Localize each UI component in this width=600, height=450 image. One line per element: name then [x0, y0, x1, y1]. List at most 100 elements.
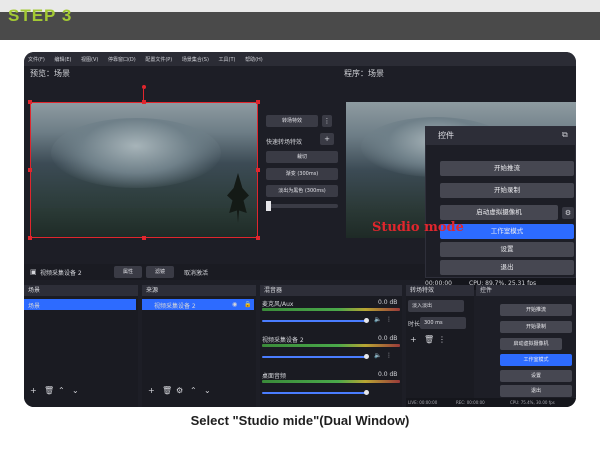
trash-icon[interactable]: 🗑 [44, 386, 54, 395]
up-icon[interactable]: ⌃ [58, 386, 65, 395]
down-icon[interactable]: ⌄ [72, 386, 79, 395]
source-toolbar: ▣ 视频采集设备 2 属性 滤镜 取消激活 [24, 264, 425, 280]
volume-knob[interactable] [364, 390, 369, 395]
deactivate-button[interactable]: 取消激活 [184, 268, 208, 277]
tbar-track[interactable] [266, 204, 338, 208]
gear-icon[interactable]: ⚙ [176, 386, 183, 395]
filters-button[interactable]: 滤镜 [146, 266, 174, 278]
settings-button[interactable]: 设置 [440, 242, 574, 257]
filters-label: 滤镜 [154, 269, 165, 275]
dock-icon[interactable]: ⧉ [562, 130, 568, 140]
transition-option-fade[interactable]: 渐变 (300ms) [266, 168, 338, 180]
transitions-dock-title: 转场特效 [410, 287, 435, 294]
resize-handle-b[interactable] [142, 236, 146, 240]
exit-button[interactable]: 退出 [440, 260, 574, 275]
plus-icon[interactable]: + [148, 386, 155, 395]
menu-dots-icon[interactable]: ⋮ [386, 352, 392, 359]
cloud-shape [51, 118, 221, 188]
speaker-icon[interactable]: 🔈 [374, 316, 381, 323]
resize-handle-r[interactable] [256, 168, 260, 172]
program-label: 程序：场景 [344, 69, 384, 78]
transition-option-cut[interactable]: 裁切 [266, 151, 338, 163]
sources-list: 视频采集设备 2 ◉ 🔒 [142, 296, 256, 407]
lock-icon[interactable]: 🔒 [244, 301, 251, 308]
properties-label: 属性 [122, 269, 133, 275]
menu-scene-collection[interactable]: 场景集合(S) [178, 52, 213, 63]
tbar-handle[interactable] [266, 201, 271, 211]
step-banner: STEP 3 [0, 0, 600, 40]
resize-handle-l[interactable] [28, 168, 32, 172]
audio-meter [262, 308, 400, 311]
settings-button-small[interactable]: 设置 [500, 370, 572, 382]
banner-top-strip [0, 0, 600, 12]
volume-slider[interactable] [262, 356, 366, 358]
menu-help[interactable]: 帮助(H) [241, 52, 267, 63]
sources-title: 来源 [146, 287, 159, 294]
down-icon[interactable]: ⌄ [204, 386, 211, 395]
start-streaming-button-small[interactable]: 开始推流 [500, 304, 572, 316]
exit-button-small[interactable]: 退出 [500, 385, 572, 397]
volume-knob[interactable] [364, 318, 369, 323]
transition-option-fade-black[interactable]: 淡出为黑色 (300ms) [266, 185, 338, 197]
controls-popup-title: 控件 [438, 131, 454, 140]
menu-dots-icon[interactable]: ⋮ [322, 115, 332, 127]
scenes-header: 场景 [24, 285, 138, 296]
menu-bar: 文件(F) 编辑(E) 视图(V) 停靠窗口(D) 配置文件(P) 场景集合(S… [24, 52, 576, 66]
scene-item[interactable]: 场景 [24, 299, 136, 310]
audio-meter [262, 380, 400, 383]
transition-button[interactable]: 转场特效 [266, 115, 318, 127]
transitions-dock-header: 转场特效 [406, 285, 474, 296]
controls-dock-title: 控件 [480, 287, 493, 294]
mixer-track-name: 视频采集设备 2 [262, 337, 304, 344]
menu-profile[interactable]: 配置文件(P) [141, 52, 176, 63]
properties-button[interactable]: 属性 [114, 266, 142, 278]
resize-handle-t[interactable] [142, 100, 146, 104]
studio-mode-annotation: Studio mode [372, 220, 464, 235]
mixer-body: 麦克风/Aux 0.0 dB 🔈 ⋮ 视频采集设备 2 0.0 dB 🔈 ⋮ 桌… [260, 296, 402, 407]
mixer-title: 混音器 [264, 287, 283, 294]
menu-file[interactable]: 文件(F) [24, 52, 49, 63]
menu-view[interactable]: 视图(V) [77, 52, 102, 63]
start-recording-button-small[interactable]: 开始录制 [500, 321, 572, 333]
menu-dots-icon[interactable]: ⋮ [386, 316, 392, 323]
mixer-track-db: 0.0 dB [378, 371, 398, 378]
plus-icon[interactable]: + [320, 133, 334, 145]
speaker-icon[interactable]: 🔈 [374, 352, 381, 359]
resize-handle-tl[interactable] [28, 100, 32, 104]
volume-knob[interactable] [364, 354, 369, 359]
preview-label: 预览：场景 [30, 69, 70, 78]
camera-icon: ▣ [30, 268, 37, 276]
volume-slider[interactable] [262, 320, 366, 322]
menu-edit[interactable]: 编辑(E) [50, 52, 75, 63]
status-live: LIVE: 00:00:00 [408, 400, 438, 405]
controls-dock-header: 控件 [476, 285, 576, 296]
studio-mode-button-small[interactable]: 工作室模式 [500, 354, 572, 366]
mixer-track-name: 麦克风/Aux [262, 301, 294, 308]
caption: Select "Studio mide"(Dual Window) [190, 413, 410, 428]
controls-dock-body: 开始推流 开始录制 启动虚拟摄像机 工作室模式 设置 退出 [398, 296, 576, 397]
resize-handle-br[interactable] [256, 236, 260, 240]
step-label: STEP 3 [8, 6, 73, 25]
sources-header: 来源 [142, 285, 256, 296]
start-streaming-button[interactable]: 开始推流 [440, 161, 574, 176]
start-virtual-camera-button-small[interactable]: 启动虚拟摄像机 [500, 338, 562, 350]
obs-window: 文件(F) 编辑(E) 视图(V) 停靠窗口(D) 配置文件(P) 场景集合(S… [24, 52, 576, 407]
quick-transition-label: 快速转场特效 [266, 139, 303, 146]
menu-docks[interactable]: 停靠窗口(D) [104, 52, 140, 63]
mixer-header: 混音器 [260, 285, 402, 296]
eye-icon[interactable]: ◉ [232, 301, 237, 308]
up-icon[interactable]: ⌃ [190, 386, 197, 395]
plus-icon[interactable]: + [30, 386, 37, 395]
gear-icon[interactable]: ⚙ [562, 207, 574, 219]
resize-handle-bl[interactable] [28, 236, 32, 240]
menu-tools[interactable]: 工具(T) [215, 52, 240, 63]
preview-canvas[interactable] [30, 102, 258, 238]
start-recording-button[interactable]: 开始录制 [440, 183, 574, 198]
resize-handle-tr[interactable] [256, 100, 260, 104]
trash-icon[interactable]: 🗑 [162, 386, 172, 395]
controls-popup-header: 控件 ⧉ [426, 127, 576, 145]
volume-slider[interactable] [262, 392, 366, 394]
start-virtual-camera-button[interactable]: 启动虚拟摄像机 [440, 205, 558, 220]
mixer-track-name: 桌面音频 [262, 373, 287, 380]
status-cpu: CPU: 75.4%, 30.00 fps [510, 400, 555, 405]
